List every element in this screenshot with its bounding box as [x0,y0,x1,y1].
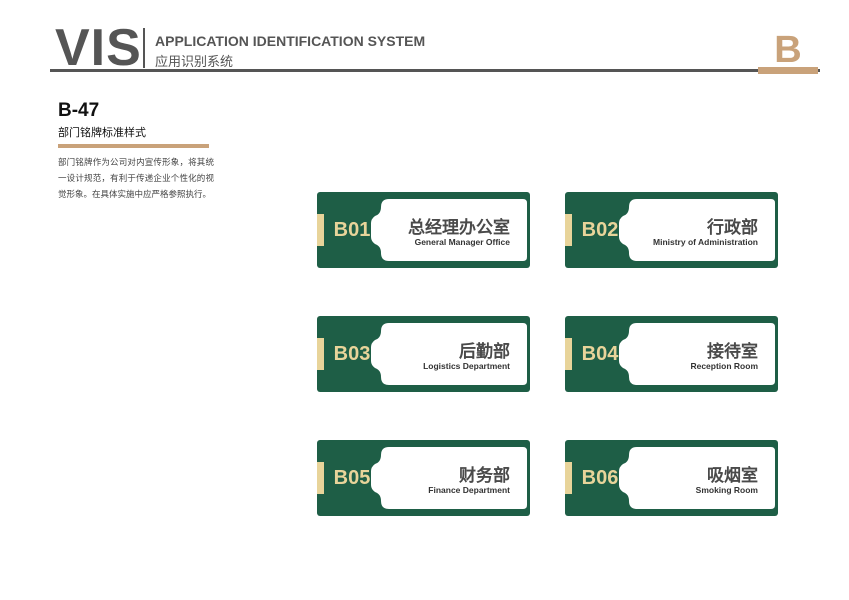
plate-code: B05 [333,467,371,489]
header-rule [50,69,820,72]
plate-name-en: General Manager Office [414,237,510,247]
door-plate: B02 行政部 Ministry of Administration [565,192,778,268]
door-plate: B06 吸烟室 Smoking Room [565,440,778,516]
section-title-bar [58,144,209,148]
system-subtitle: 应用识别系统 [155,55,234,70]
door-plate: B03 后勤部 Logistics Department [317,316,530,392]
plate-name-cn: 行政部 [707,218,758,238]
plate-name-en: Logistics Department [423,361,510,371]
plate-name-cn: 后勤部 [459,342,510,362]
plate-name-cn: 吸烟室 [707,466,758,486]
plate-name-en: Reception Room [690,361,758,371]
section-description: 部门铭牌作为公司对内宣传形象，将其统一设计规范，有利于传递企业个性化的视觉形象。… [58,158,214,200]
door-plate: B05 财务部 Finance Department [317,440,530,516]
door-plate: B04 接待室 Reception Room [565,316,778,392]
section-title: 部门铭牌标准样式 [58,126,146,139]
plate-name-en: Ministry of Administration [653,237,758,247]
plate-code: B01 [333,219,371,241]
door-plate: B01 总经理办公室 General Manager Office [317,192,530,268]
plate-code: B02 [581,219,619,241]
plate-name-cn: 接待室 [707,342,758,362]
system-title: APPLICATION IDENTIFICATION SYSTEM [155,33,426,49]
plate-name-en: Finance Department [428,485,510,495]
header-divider [143,28,145,68]
section-letter-bar [758,67,818,74]
section-code: B-47 [58,100,100,121]
vis-logo: VIS [55,19,142,77]
plate-name-cn: 财务部 [459,466,510,486]
plate-name-en: Smoking Room [695,485,758,495]
plate-code: B04 [581,343,619,365]
plate-name-cn: 总经理办公室 [408,218,510,238]
section-letter: B [774,29,802,71]
plate-code: B06 [581,467,619,489]
plate-code: B03 [333,343,371,365]
